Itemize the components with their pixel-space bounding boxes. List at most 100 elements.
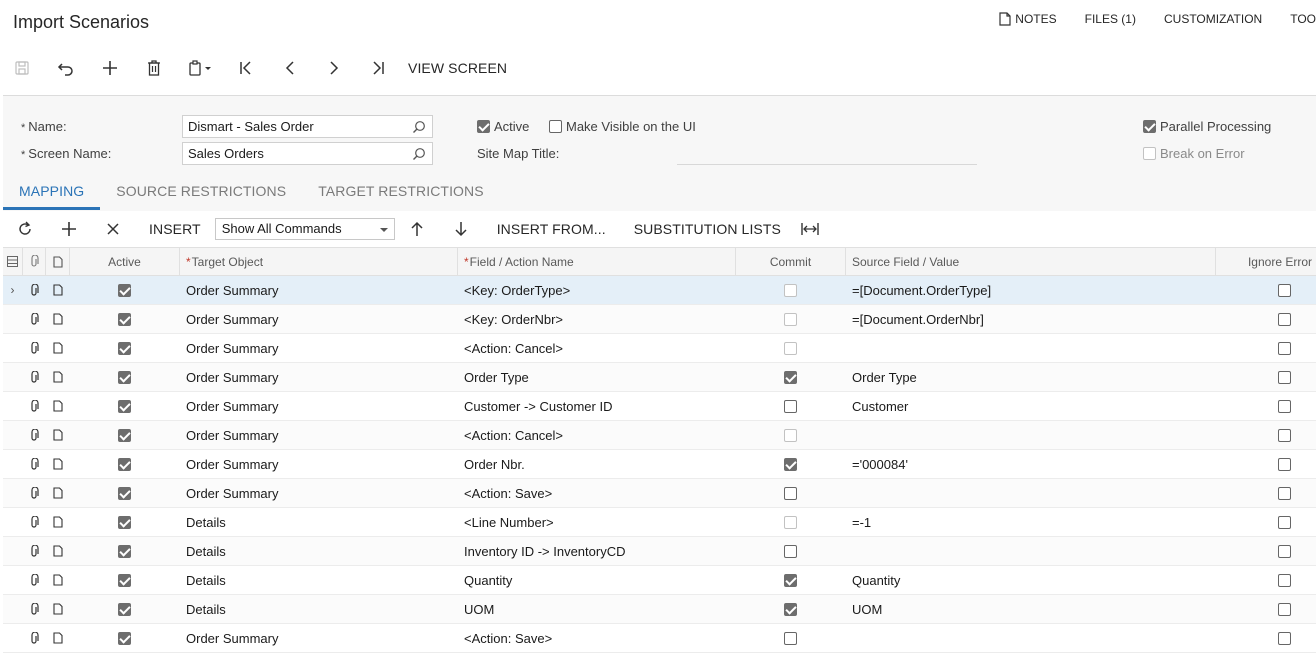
row-field-action[interactable]: Inventory ID -> InventoryCD <box>458 537 736 565</box>
row-active-checkbox[interactable] <box>118 283 131 297</box>
row-selector[interactable] <box>3 450 23 478</box>
previous-record-button[interactable] <box>268 52 312 84</box>
row-source-value[interactable] <box>846 537 1216 565</box>
row-attachment[interactable] <box>23 450 46 478</box>
row-target-object[interactable]: Order Summary <box>180 392 458 420</box>
row-active-checkbox[interactable] <box>118 573 131 587</box>
row-target-object[interactable]: Order Summary <box>180 479 458 507</box>
row-target-object[interactable]: Order Summary <box>180 276 458 304</box>
row-attachment[interactable] <box>23 305 46 333</box>
row-attachment[interactable] <box>23 595 46 623</box>
row-ignore-error-checkbox[interactable] <box>1278 486 1291 500</box>
row-target-object[interactable]: Details <box>180 537 458 565</box>
row-ignore-error-checkbox[interactable] <box>1278 370 1291 384</box>
row-field-action[interactable]: Order Type <box>458 363 736 391</box>
row-selector[interactable]: › <box>3 276 23 304</box>
break-on-error-check[interactable] <box>1143 147 1156 160</box>
table-row[interactable]: Details Inventory ID -> InventoryCD <box>3 537 1316 566</box>
active-column-header[interactable]: Active <box>70 248 180 275</box>
row-attachment[interactable] <box>23 421 46 449</box>
table-row[interactable]: Order Summary <Action: Save> <box>3 624 1316 653</box>
row-note[interactable] <box>46 566 70 594</box>
ignore-error-column-header[interactable]: Ignore Error <box>1216 248 1316 275</box>
insert-from-button[interactable]: INSERT FROM... <box>483 221 620 237</box>
row-attachment[interactable] <box>23 508 46 536</box>
row-selector[interactable] <box>3 305 23 333</box>
table-row[interactable]: Order Summary Order Type Order Type <box>3 363 1316 392</box>
row-active-checkbox[interactable] <box>118 602 131 616</box>
table-row[interactable]: › Order Summary <Key: OrderType> =[Document… <box>3 276 1316 305</box>
row-selector[interactable] <box>3 334 23 362</box>
row-commit-checkbox[interactable] <box>784 515 797 529</box>
row-ignore-error-checkbox[interactable] <box>1278 312 1291 326</box>
row-selector[interactable] <box>3 479 23 507</box>
table-row[interactable]: Order Summary <Action: Cancel> <box>3 421 1316 450</box>
row-commit-checkbox[interactable] <box>784 631 797 645</box>
row-attachment[interactable] <box>23 566 46 594</box>
row-field-action[interactable]: <Action: Save> <box>458 624 736 652</box>
row-field-action[interactable]: <Key: OrderNbr> <box>458 305 736 333</box>
search-icon[interactable] <box>412 120 426 134</box>
row-commit-checkbox[interactable] <box>784 370 797 384</box>
save-button[interactable] <box>0 52 44 84</box>
active-checkbox[interactable]: Active <box>477 119 529 134</box>
row-field-action[interactable]: Order Nbr. <box>458 450 736 478</box>
row-field-action[interactable]: <Action: Cancel> <box>458 334 736 362</box>
row-source-value[interactable] <box>846 421 1216 449</box>
row-attachment[interactable] <box>23 624 46 652</box>
parallel-processing-check[interactable] <box>1143 120 1156 133</box>
row-active-checkbox[interactable] <box>118 399 131 413</box>
row-note[interactable] <box>46 363 70 391</box>
row-selector[interactable] <box>3 508 23 536</box>
table-row[interactable]: Details Quantity Quantity <box>3 566 1316 595</box>
clipboard-button[interactable] <box>176 52 224 84</box>
row-active-checkbox[interactable] <box>118 341 131 355</box>
row-attachment[interactable] <box>23 363 46 391</box>
row-ignore-error-checkbox[interactable] <box>1278 544 1291 558</box>
row-note[interactable] <box>46 421 70 449</box>
substitution-lists-button[interactable]: SUBSTITUTION LISTS <box>620 221 795 237</box>
row-commit-checkbox[interactable] <box>784 428 797 442</box>
row-commit-checkbox[interactable] <box>784 457 797 471</box>
row-commit-checkbox[interactable] <box>784 312 797 326</box>
row-active-checkbox[interactable] <box>118 515 131 529</box>
row-commit-checkbox[interactable] <box>784 544 797 558</box>
target-object-column-header[interactable]: * Target Object <box>180 248 458 275</box>
row-target-object[interactable]: Order Summary <box>180 421 458 449</box>
move-down-button[interactable] <box>439 212 483 246</box>
row-active-checkbox[interactable] <box>118 457 131 471</box>
active-check[interactable] <box>477 120 490 133</box>
row-commit-checkbox[interactable] <box>784 283 797 297</box>
row-field-action[interactable]: <Action: Cancel> <box>458 421 736 449</box>
break-on-error-checkbox[interactable]: Break on Error <box>1143 146 1245 161</box>
row-field-action[interactable]: Customer -> Customer ID <box>458 392 736 420</box>
row-source-value[interactable]: =[Document.OrderType] <box>846 276 1216 304</box>
fit-columns-button[interactable] <box>795 212 825 246</box>
row-active-checkbox[interactable] <box>118 312 131 326</box>
row-commit-checkbox[interactable] <box>784 573 797 587</box>
row-attachment[interactable] <box>23 479 46 507</box>
last-record-button[interactable] <box>356 52 400 84</box>
row-source-value[interactable]: =-1 <box>846 508 1216 536</box>
row-commit-checkbox[interactable] <box>784 602 797 616</box>
notes-link[interactable]: NOTES <box>985 11 1070 27</box>
row-note[interactable] <box>46 624 70 652</box>
row-target-object[interactable]: Details <box>180 566 458 594</box>
table-row[interactable]: Order Summary Order Nbr. ='000084' <box>3 450 1316 479</box>
add-button[interactable] <box>88 52 132 84</box>
parallel-processing-checkbox[interactable]: Parallel Processing <box>1143 119 1271 134</box>
row-ignore-error-checkbox[interactable] <box>1278 341 1291 355</box>
row-field-action[interactable]: <Line Number> <box>458 508 736 536</box>
table-row[interactable]: Order Summary <Key: OrderNbr> =[Document.O… <box>3 305 1316 334</box>
field-action-column-header[interactable]: * Field / Action Name <box>458 248 736 275</box>
undo-button[interactable] <box>44 52 88 84</box>
row-target-object[interactable]: Details <box>180 595 458 623</box>
next-record-button[interactable] <box>312 52 356 84</box>
row-target-object[interactable]: Order Summary <box>180 334 458 362</box>
row-commit-checkbox[interactable] <box>784 399 797 413</box>
name-input[interactable]: Dismart - Sales Order <box>182 115 433 138</box>
row-field-action[interactable]: <Action: Save> <box>458 479 736 507</box>
row-active-checkbox[interactable] <box>118 486 131 500</box>
row-source-value[interactable] <box>846 479 1216 507</box>
row-ignore-error-checkbox[interactable] <box>1278 602 1291 616</box>
